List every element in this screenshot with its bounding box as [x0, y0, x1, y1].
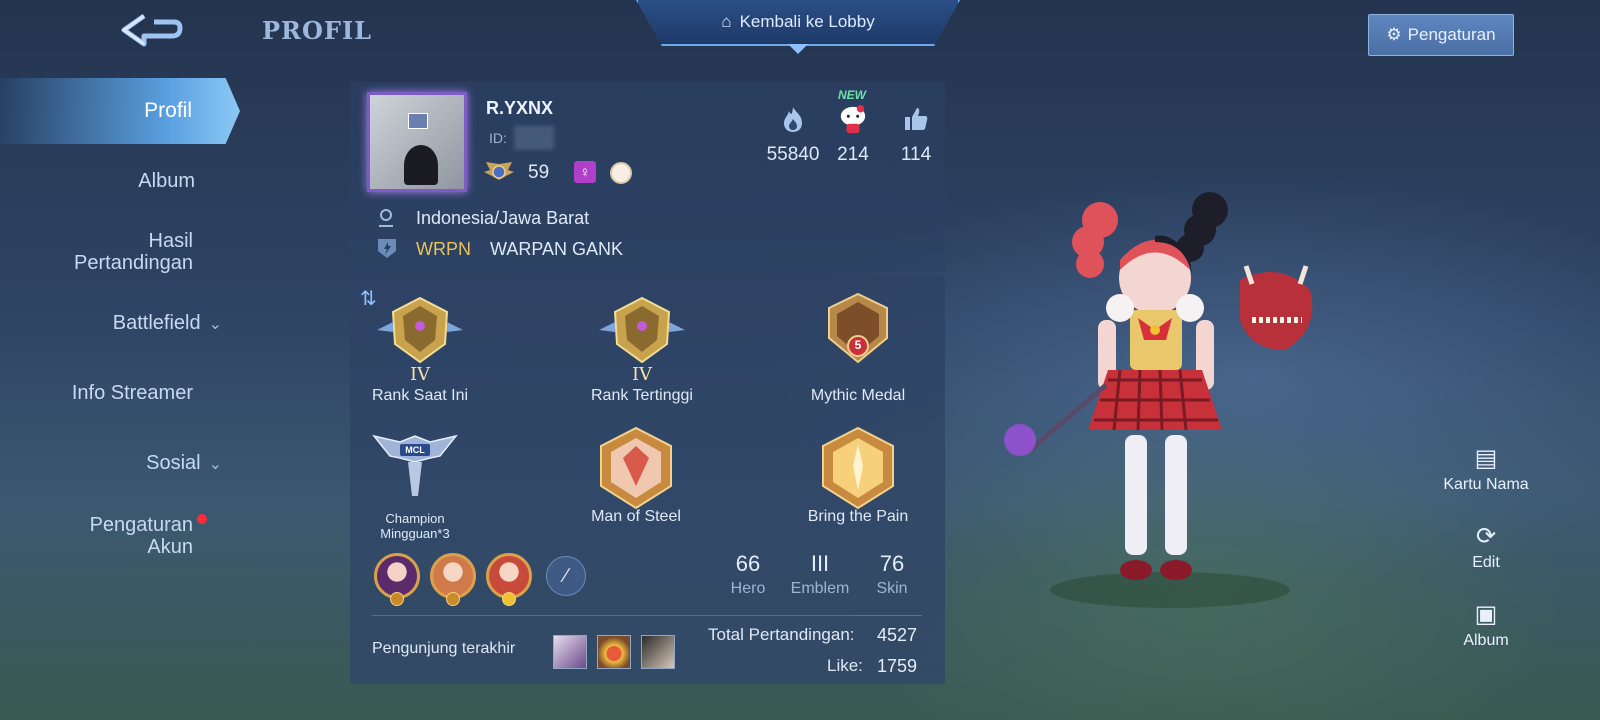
mastery-badge-icon — [446, 592, 460, 606]
current-rank-label: Rank Saat Ini — [371, 387, 469, 404]
sidebar-item-account-settings[interactable]: Pengaturan Akun — [0, 514, 193, 558]
sidebar-item-label: Sosial — [146, 452, 201, 474]
sidebar-item-label: Info Streamer — [71, 382, 193, 404]
back-to-lobby-label: Kembali ke Lobby — [739, 12, 875, 31]
sidebar-item-label: Album — [138, 170, 195, 192]
mythic-medal-label: Mythic Medal — [810, 387, 906, 404]
squad-name[interactable]: WARPAN GANK — [490, 239, 623, 260]
mcl-champion-badge-icon[interactable]: MCL — [370, 426, 460, 506]
avatar[interactable] — [367, 92, 467, 192]
skin-count-label: Skin — [876, 580, 908, 597]
player-id-label: ID: — [489, 130, 507, 146]
edit-label: Edit — [1472, 554, 1500, 571]
hero-count-label: Hero — [730, 580, 766, 597]
sidebar-item-profil[interactable]: Profil — [0, 78, 240, 144]
hero-count: 66 — [735, 551, 761, 576]
sidebar-item-sosial[interactable]: Sosial ⌄ — [0, 452, 222, 476]
man-of-steel-medal-icon[interactable] — [593, 426, 679, 510]
visitor-avatar[interactable] — [553, 635, 587, 669]
total-matches-label: Total Pertandingan: — [708, 625, 855, 644]
highest-rank-tier: IV — [631, 364, 653, 385]
back-button[interactable] — [110, 8, 194, 56]
likes-value: 114 — [900, 144, 932, 165]
name-card-label: Kartu Nama — [1443, 476, 1529, 493]
emblem-level: III — [810, 551, 830, 576]
back-to-lobby-button[interactable]: ⌂ Kembali ke Lobby — [636, 0, 960, 46]
mastery-badge-icon — [390, 592, 404, 606]
highest-rank-medal-icon[interactable] — [597, 292, 687, 370]
sidebar-item-label: Hasil Pertandingan — [74, 230, 193, 274]
chevron-down-icon: ⌄ — [208, 316, 222, 333]
album-button[interactable]: ▣ Album — [1430, 600, 1542, 650]
settings-button[interactable]: ⚙ Pengaturan — [1368, 14, 1514, 56]
thumbs-up-icon — [901, 104, 931, 134]
player-id-value-hidden — [514, 126, 554, 150]
back-arrow-icon — [121, 13, 183, 47]
current-rank-medal-icon[interactable] — [375, 292, 465, 370]
total-matches-value: 4527 — [877, 625, 918, 645]
champion-weekly-label: Champion Mingguan*3 — [380, 511, 450, 541]
home-icon: ⌂ — [721, 12, 732, 31]
sidebar-item-label: Battlefield — [112, 312, 201, 334]
player-level: 59 — [528, 162, 550, 183]
edit-button[interactable]: ⟳ Edit — [1430, 522, 1542, 572]
like-label: Like: — [827, 656, 863, 675]
hero-skin-model — [1004, 192, 1313, 608]
like-value: 1759 — [877, 656, 918, 676]
special-badge-icon — [610, 162, 632, 184]
visitor-avatar[interactable] — [641, 635, 675, 669]
man-of-steel-label: Man of Steel — [591, 508, 681, 525]
sidebar-item-label: Profil — [144, 99, 192, 122]
player-name: R.YXNX — [486, 98, 554, 118]
level-wings-icon — [484, 162, 514, 180]
location-text: Indonesia/Jawa Barat — [416, 208, 590, 228]
notification-dot — [197, 514, 207, 524]
sidebar-item-battlefield[interactable]: Battlefield ⌄ — [0, 312, 222, 336]
followers-value: 214 — [837, 144, 869, 165]
skin-count: 76 — [879, 551, 905, 576]
squad-tag: WRPN — [416, 239, 471, 259]
sidebar-item-match-history[interactable]: Hasil Pertandingan — [0, 230, 193, 274]
hello-kitty-icon — [838, 104, 868, 134]
sidebar-item-label: Pengaturan Akun — [89, 514, 193, 558]
settings-label: Pengaturan — [1407, 25, 1496, 44]
sidebar-item-info-streamer[interactable]: Info Streamer — [0, 382, 193, 404]
page-title: PROFIL — [262, 16, 373, 45]
location-pin-icon — [379, 209, 393, 227]
visitor-avatar[interactable] — [597, 635, 631, 669]
highest-rank-label: Rank Tertinggi — [591, 387, 693, 404]
chevron-down-icon: ⌄ — [208, 456, 222, 473]
mcl-badge-text: MCL — [405, 445, 425, 455]
image-icon: ▣ — [1474, 601, 1498, 628]
recent-visitors-label: Pengunjung terakhir — [372, 640, 516, 657]
edit-hero-icon: ⟳ — [1475, 523, 1497, 550]
swap-heroes-icon[interactable]: ∕ — [546, 556, 586, 596]
divider — [372, 615, 922, 616]
female-gender-icon: ♀ — [574, 161, 596, 183]
bring-the-pain-medal-icon[interactable] — [815, 426, 901, 510]
flame-icon — [778, 104, 808, 134]
mastery-badge-icon — [502, 592, 516, 606]
current-rank-tier: IV — [409, 364, 431, 385]
gear-icon: ⚙ — [1386, 25, 1402, 44]
album-label: Album — [1463, 632, 1509, 649]
mythic-medal-number: 5 — [854, 338, 862, 352]
chevron-down-icon — [788, 44, 808, 54]
new-tag: NEW — [838, 88, 866, 102]
bring-the-pain-label: Bring the Pain — [807, 508, 909, 525]
squad-shield-icon — [378, 239, 396, 258]
mythic-medal-icon[interactable]: 5 — [813, 290, 903, 370]
emblem-label: Emblem — [790, 580, 850, 597]
name-card-button[interactable]: ▤ Kartu Nama — [1430, 444, 1542, 494]
sidebar-item-album[interactable]: Album — [0, 170, 195, 192]
id-card-icon: ▤ — [1474, 445, 1498, 472]
